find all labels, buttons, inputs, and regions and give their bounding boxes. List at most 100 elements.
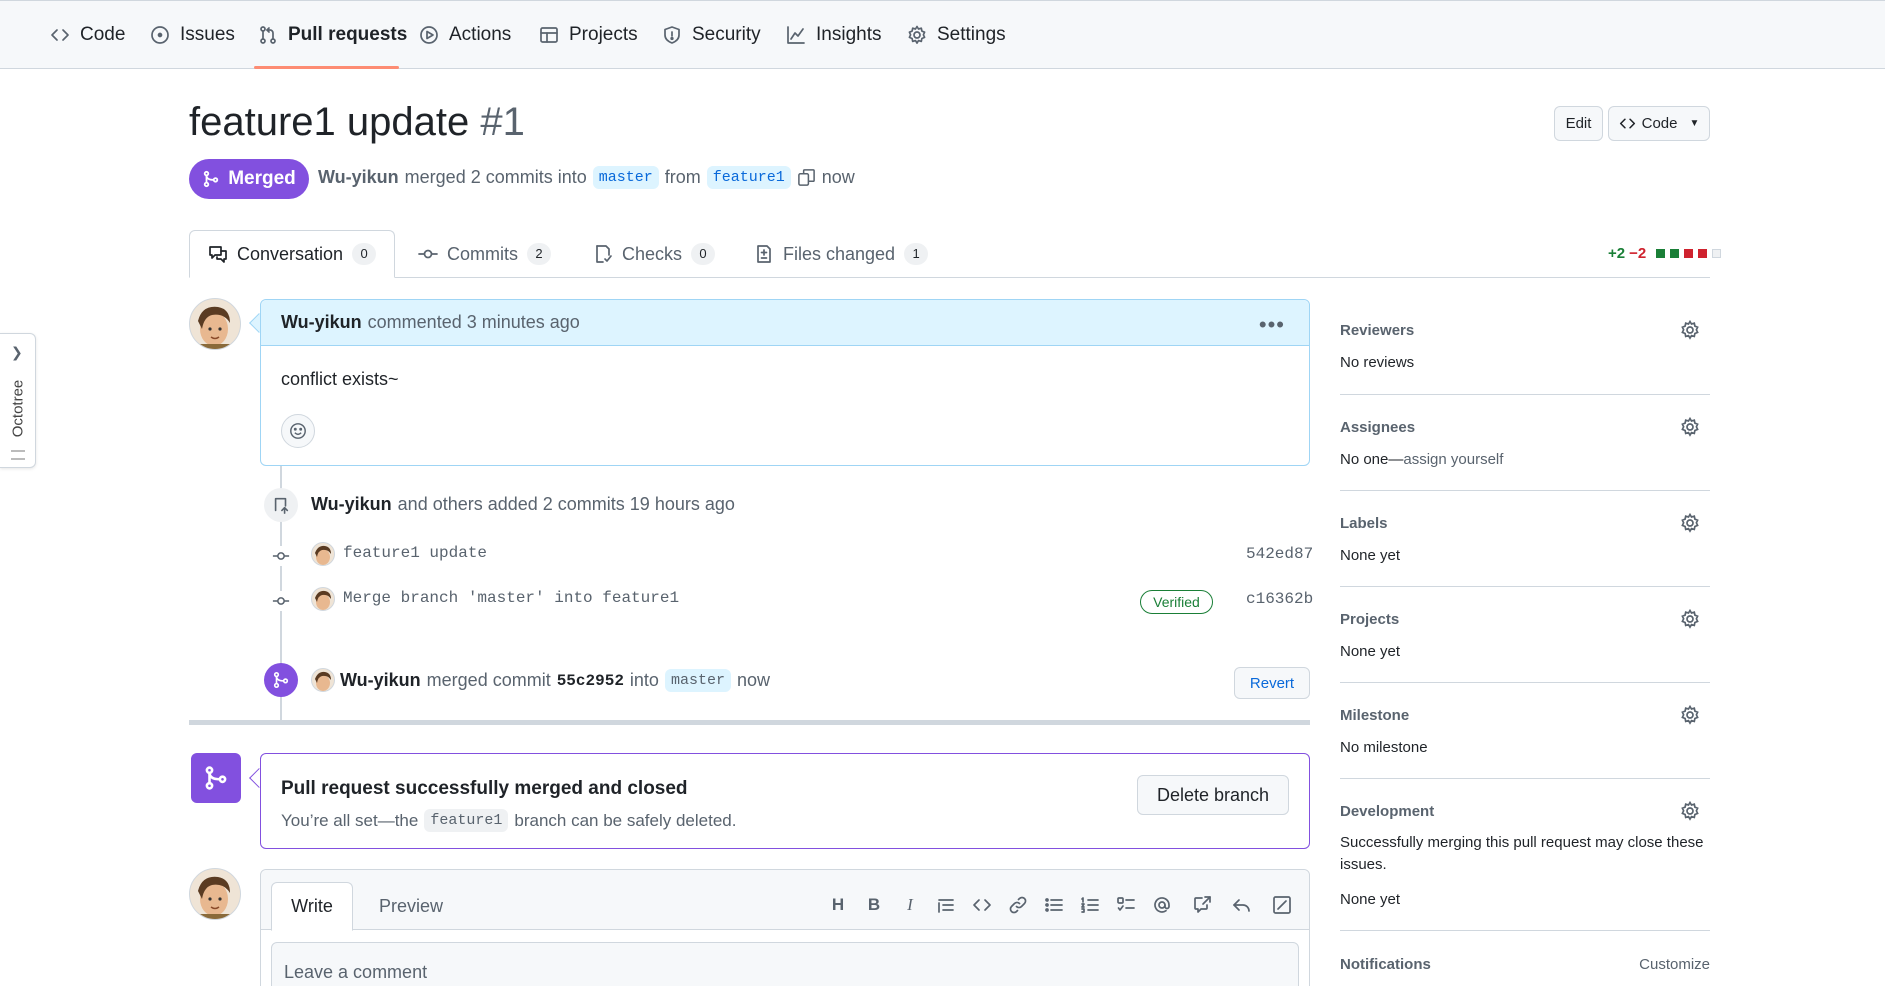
event-author[interactable]: Wu-yikun xyxy=(311,494,392,515)
octotree-toggle[interactable]: ❯ Octotree xyxy=(0,333,36,468)
author-link[interactable]: Wu-yikun xyxy=(318,167,399,188)
edit-button[interactable]: Edit xyxy=(1554,106,1603,141)
merge-commit-sha[interactable]: 55c2952 xyxy=(557,672,624,690)
gear-icon[interactable] xyxy=(1680,704,1700,725)
tab-checks[interactable]: Checks 0 xyxy=(593,230,716,278)
gear-icon[interactable] xyxy=(1680,800,1700,821)
comment-author[interactable]: Wu-yikun xyxy=(281,312,362,333)
sidebar-title[interactable]: Development xyxy=(1340,803,1434,820)
nav-tab-label: Insights xyxy=(816,24,882,45)
nav-tab-code[interactable]: Code xyxy=(50,1,125,69)
add-reaction-button[interactable] xyxy=(281,414,315,448)
ordered-list-icon[interactable] xyxy=(1079,894,1101,916)
branch-label: feature1 xyxy=(424,809,509,832)
graph-icon xyxy=(787,26,805,44)
sidebar-title[interactable]: Labels xyxy=(1340,515,1388,532)
heading-icon[interactable]: H xyxy=(827,894,849,916)
file-diff-icon xyxy=(757,245,771,263)
head-branch-label[interactable]: feature1 xyxy=(706,166,791,189)
diffstat-deletions: −2 xyxy=(1629,245,1647,262)
copy-icon[interactable] xyxy=(797,168,816,187)
nav-tab-security[interactable]: Security xyxy=(662,1,761,69)
nav-tab-settings[interactable]: Settings xyxy=(907,1,1006,69)
code-icon[interactable] xyxy=(971,894,993,916)
commit-sha-link[interactable]: c16362b xyxy=(1246,590,1313,608)
fullscreen-icon[interactable] xyxy=(1271,894,1293,916)
sidebar-reviewers: Reviewers No reviews xyxy=(1340,298,1710,395)
avatar[interactable] xyxy=(311,587,335,611)
base-branch-label[interactable]: master xyxy=(592,166,659,189)
tasklist-icon[interactable] xyxy=(1115,894,1137,916)
delete-branch-button[interactable]: Delete branch xyxy=(1137,775,1289,815)
event-text: and others added 2 commits 19 hours ago xyxy=(397,494,735,514)
diffstat-block xyxy=(1684,249,1694,258)
comment-input[interactable] xyxy=(271,942,1299,986)
reply-icon[interactable] xyxy=(1231,894,1253,916)
gear-icon[interactable] xyxy=(1680,319,1700,340)
pull-request-icon xyxy=(260,26,276,44)
tab-files-changed[interactable]: Files changed 1 xyxy=(754,230,929,278)
nav-tab-actions[interactable]: Actions xyxy=(419,1,511,69)
smiley-icon xyxy=(290,423,306,439)
assign-yourself-link[interactable]: assign yourself xyxy=(1403,451,1503,468)
comment-discussion-icon xyxy=(209,246,227,263)
link-icon[interactable] xyxy=(1007,894,1029,916)
bold-icon[interactable]: B xyxy=(863,894,885,916)
avatar-image xyxy=(312,588,334,610)
bold-tool-label: B xyxy=(867,895,881,914)
grip-icon[interactable] xyxy=(11,450,25,460)
avatar[interactable] xyxy=(189,868,241,920)
code-icon xyxy=(1619,118,1635,129)
sidebar-title[interactable]: Projects xyxy=(1340,611,1399,628)
tab-preview[interactable]: Preview xyxy=(361,882,461,931)
avatar[interactable] xyxy=(189,298,241,350)
customize-notifications-link[interactable]: Customize xyxy=(1639,956,1710,973)
commit-sha-link[interactable]: 542ed87 xyxy=(1246,545,1313,563)
nav-tab-label: Settings xyxy=(937,24,1006,45)
sidebar-title[interactable]: Reviewers xyxy=(1340,322,1414,339)
gear-icon[interactable] xyxy=(1680,608,1700,629)
tab-write[interactable]: Write xyxy=(271,882,353,931)
avatar[interactable] xyxy=(311,668,335,692)
kebab-horizontal-icon[interactable]: ••• xyxy=(1259,312,1285,338)
gear-icon[interactable] xyxy=(1680,416,1700,437)
event-author[interactable]: Wu-yikun xyxy=(340,670,421,691)
nav-tab-projects[interactable]: Projects xyxy=(539,1,638,69)
sidebar-assignees: Assignees No one—assign yourself xyxy=(1340,395,1710,491)
commit-message-link[interactable]: Merge branch 'master' into feature1 xyxy=(343,589,679,607)
commit-message-link[interactable]: feature1 update xyxy=(343,544,487,562)
sidebar-title[interactable]: Milestone xyxy=(1340,707,1409,724)
quote-icon[interactable] xyxy=(935,894,957,916)
diffstat-block xyxy=(1712,249,1722,258)
tab-conversation[interactable]: Conversation 0 xyxy=(189,230,396,278)
sidebar-description: Successfully merging this pull request m… xyxy=(1340,834,1704,851)
status-label: Merged xyxy=(228,168,296,189)
avatar[interactable] xyxy=(311,542,335,566)
nav-tab-pull-requests[interactable]: Pull requests xyxy=(258,1,407,69)
mention-icon[interactable] xyxy=(1151,894,1173,916)
sidebar-title[interactable]: Assignees xyxy=(1340,419,1415,436)
diffstat-additions: +2 xyxy=(1608,245,1626,262)
tab-commits[interactable]: Commits 2 xyxy=(418,230,551,278)
sidebar-milestone: Milestone No milestone xyxy=(1340,683,1710,779)
unordered-list-icon[interactable] xyxy=(1043,894,1065,916)
repo-push-icon xyxy=(274,497,289,514)
nav-tab-issues[interactable]: Issues xyxy=(150,1,235,69)
sidebar-value: None yet xyxy=(1340,643,1401,660)
code-dropdown-button[interactable]: Code ▼ xyxy=(1608,106,1710,141)
gear-icon xyxy=(908,25,926,44)
cross-reference-icon[interactable] xyxy=(1191,894,1213,916)
verified-badge[interactable]: Verified xyxy=(1140,590,1213,614)
nav-tab-insights[interactable]: Insights xyxy=(786,1,881,69)
revert-button[interactable]: Revert xyxy=(1234,667,1310,699)
gear-icon[interactable] xyxy=(1680,512,1700,533)
comment-timestamp[interactable]: commented 3 minutes ago xyxy=(368,312,580,333)
avatar-image xyxy=(312,669,334,691)
tab-label: Commits xyxy=(447,243,518,264)
italic-icon[interactable]: I xyxy=(899,894,921,916)
tab-label: Files changed xyxy=(783,243,896,264)
tab-label: Checks xyxy=(622,243,683,264)
tab-counter: 0 xyxy=(352,243,377,265)
target-branch-label[interactable]: master xyxy=(664,669,731,692)
commit-icon xyxy=(418,249,438,259)
